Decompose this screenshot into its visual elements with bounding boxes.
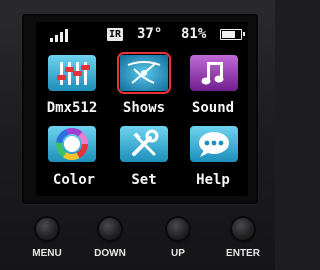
down-button[interactable]: [99, 218, 121, 240]
menu-item-dmx512-tile[interactable]: [48, 55, 96, 91]
menu-item-shows-label[interactable]: Shows: [108, 100, 180, 116]
temperature-readout: 37°: [137, 26, 163, 42]
menu-button[interactable]: [36, 218, 58, 240]
battery-icon: [220, 29, 245, 40]
up-button-label: UP: [171, 248, 185, 259]
swirl-icon: [120, 55, 168, 91]
menu-item-shows-tile[interactable]: [117, 52, 171, 94]
menu-item-set-tile[interactable]: [120, 126, 168, 162]
signal-bars-icon: [50, 29, 68, 42]
menu-item-help-label[interactable]: Help: [178, 172, 248, 188]
menu-item-dmx512-label[interactable]: Dmx512: [36, 100, 108, 116]
menu-item-help-tile[interactable]: [190, 126, 238, 162]
battery-percent: 81%: [181, 26, 207, 42]
menu-item-set-label[interactable]: Set: [108, 172, 180, 188]
menu-button-label: MENU: [32, 248, 62, 259]
status-bar: IR 37° 81%: [36, 22, 248, 48]
music-note-icon: [190, 55, 238, 91]
down-button-label: DOWN: [94, 248, 126, 259]
lcd-screen: IR 37° 81% Dmx512 Shows Sound Color Set …: [36, 22, 248, 196]
menu-item-sound-label[interactable]: Sound: [178, 100, 248, 116]
device-body: IR 37° 81% Dmx512 Shows Sound Color Set …: [0, 0, 275, 270]
menu-item-color-tile[interactable]: [48, 126, 96, 162]
ir-badge: IR: [107, 28, 123, 41]
faders-icon: [48, 55, 96, 91]
menu-item-sound-tile[interactable]: [190, 55, 238, 91]
menu-item-color-label[interactable]: Color: [38, 172, 110, 188]
up-button[interactable]: [167, 218, 189, 240]
chat-bubble-icon: [190, 126, 238, 162]
enter-button[interactable]: [232, 218, 254, 240]
color-wheel-icon: [48, 126, 96, 162]
enter-button-label: ENTER: [226, 248, 260, 259]
wrench-screwdriver-icon: [120, 126, 168, 162]
